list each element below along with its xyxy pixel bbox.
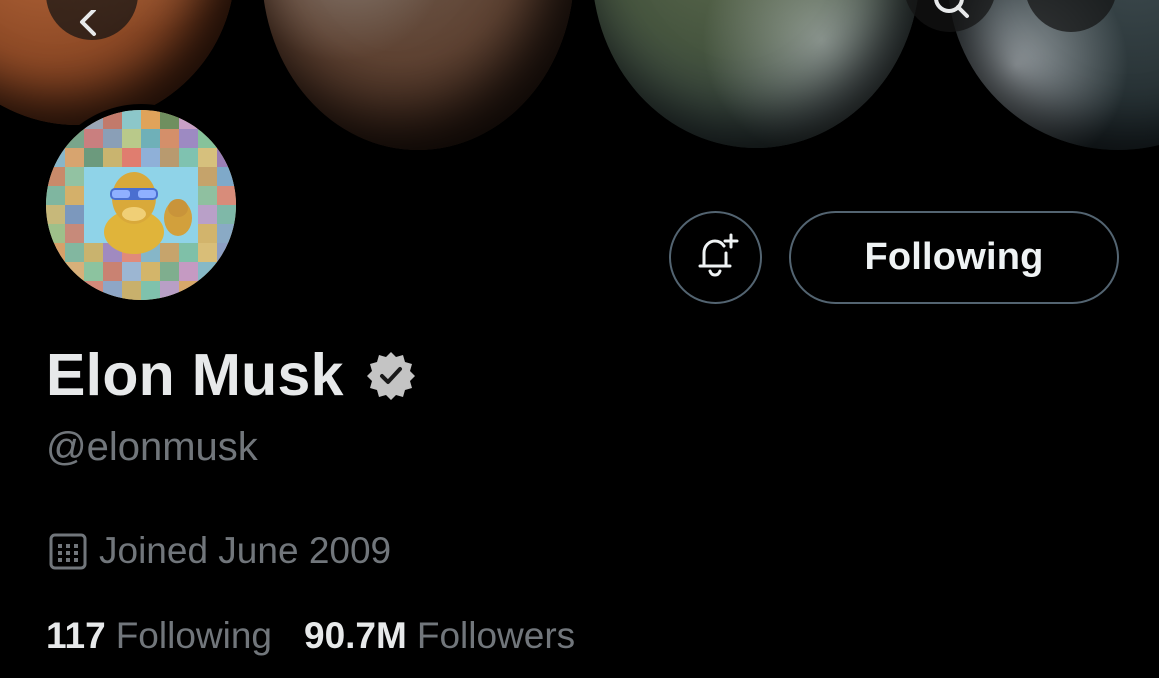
arrow-left-icon [72,10,112,40]
avatar[interactable] [40,104,242,306]
joined-date-row: Joined June 2009 [48,530,391,572]
joined-date: Joined June 2009 [99,530,392,571]
following-label: Following [115,615,272,656]
followers-stat-link[interactable]: 90.7M Followers [304,615,575,657]
verified-badge-icon[interactable] [366,350,416,400]
user-handle: @elonmusk [46,425,258,469]
more-icon [1066,22,1076,32]
notifications-button[interactable] [669,211,762,304]
following-count: 117 [46,615,106,656]
search-icon [925,0,975,32]
avatar-image [46,110,236,300]
banner-planet-terraforming-2 [592,0,920,148]
following-button[interactable]: Following [789,211,1119,304]
follow-stats: 117 Following 90.7M Followers [46,615,575,657]
display-name: Elon Musk [46,342,344,408]
banner-planet-terraforming-1 [262,0,574,150]
followers-label: Followers [416,615,576,656]
followers-count: 90.7M [304,615,407,656]
following-stat-link[interactable]: 117 Following [46,615,272,657]
display-name-row: Elon Musk [46,340,416,410]
calendar-icon [48,531,88,571]
bell-plus-icon [692,231,740,284]
